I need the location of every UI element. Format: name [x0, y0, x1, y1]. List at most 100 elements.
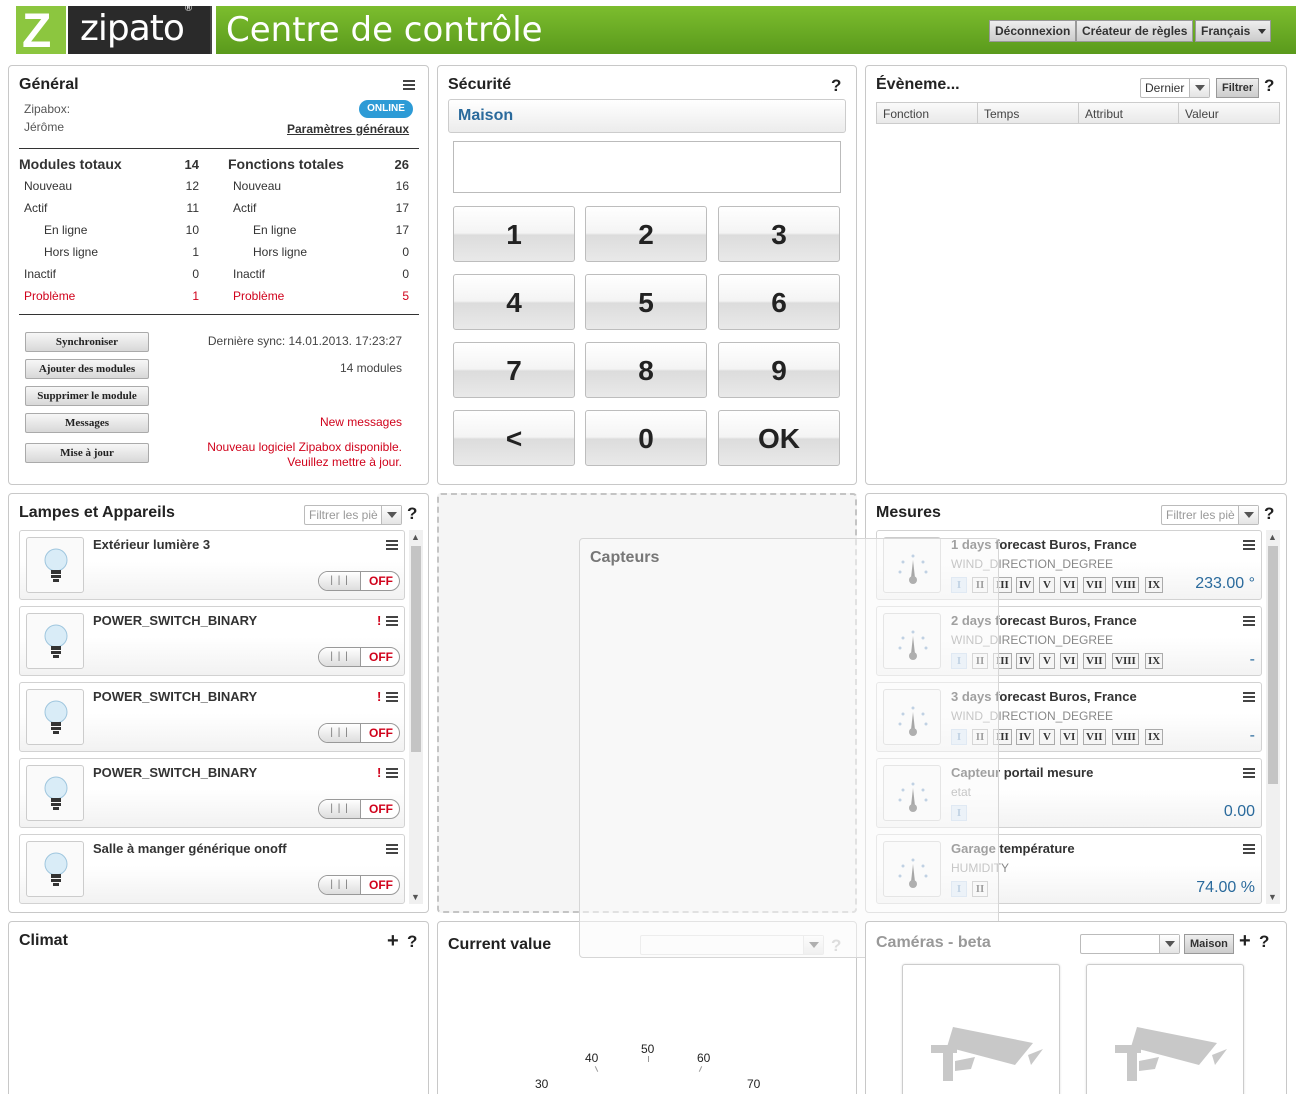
keypad-key[interactable]: 2	[585, 206, 707, 262]
menu-icon[interactable]	[1243, 616, 1255, 626]
power-toggle[interactable]: | | | OFF	[318, 571, 400, 591]
menu-icon[interactable]	[1243, 692, 1255, 702]
day-tab[interactable]: V	[1039, 577, 1055, 593]
keypad-key[interactable]: 9	[718, 342, 840, 398]
filter-button[interactable]: Filtrer	[1216, 78, 1260, 98]
menu-icon[interactable]	[386, 540, 398, 550]
keypad-key[interactable]: 6	[718, 274, 840, 330]
day-tab[interactable]: IX	[1145, 577, 1164, 593]
day-tab[interactable]: VIII	[1112, 653, 1139, 669]
day-tab[interactable]: VI	[1060, 577, 1079, 593]
list-item[interactable]: POWER_SWITCH_BINARY! | | | OFF	[19, 682, 405, 752]
day-tab[interactable]: IV	[1016, 653, 1035, 669]
delete-module-button[interactable]: Supprimer le module	[25, 386, 149, 406]
col-valeur[interactable]: Valeur	[1185, 107, 1219, 121]
climat-panel: Climat + ?	[8, 921, 429, 1094]
scroll-thumb[interactable]	[411, 546, 421, 752]
pin-input[interactable]	[453, 141, 841, 193]
keypad-key[interactable]: 5	[585, 274, 707, 330]
lamp-thumbnail[interactable]	[26, 537, 84, 593]
help-icon[interactable]: ?	[1264, 76, 1274, 96]
col-temps[interactable]: Temps	[984, 107, 1019, 121]
lamp-thumbnail[interactable]	[26, 841, 84, 897]
day-tab[interactable]: VI	[1060, 729, 1079, 745]
logout-button[interactable]: Déconnexion	[989, 20, 1077, 42]
menu-icon[interactable]	[386, 692, 398, 702]
col-attribut[interactable]: Attribut	[1085, 107, 1123, 121]
events-period-select[interactable]: Dernier	[1140, 78, 1210, 98]
day-tab[interactable]: VIII	[1112, 729, 1139, 745]
scroll-down-icon[interactable]: ▼	[1268, 892, 1277, 902]
mesures-scrollbar[interactable]: ▲ ▼	[1266, 530, 1280, 904]
list-item[interactable]: Salle à manger générique onoff | | | OFF	[19, 834, 405, 904]
menu-icon[interactable]	[1243, 844, 1255, 854]
power-toggle[interactable]: | | | OFF	[318, 723, 400, 743]
day-tab[interactable]: V	[1039, 729, 1055, 745]
help-icon[interactable]: ?	[407, 504, 417, 524]
lamp-thumbnail[interactable]	[26, 689, 84, 745]
menu-icon[interactable]	[386, 768, 398, 778]
general-settings-link[interactable]: Paramètres généraux	[287, 122, 409, 136]
help-icon[interactable]: ?	[831, 76, 841, 96]
help-icon[interactable]: ?	[1259, 932, 1269, 952]
keypad-key[interactable]: 3	[718, 206, 840, 262]
power-toggle[interactable]: | | | OFF	[318, 875, 400, 895]
day-tab[interactable]: VII	[1083, 653, 1106, 669]
mesures-filter-select[interactable]: Filtrer les piè	[1161, 505, 1259, 525]
scroll-up-icon[interactable]: ▲	[411, 532, 420, 542]
day-tab[interactable]: V	[1039, 653, 1055, 669]
keypad-key[interactable]: OK	[718, 410, 840, 466]
day-tab[interactable]: VII	[1083, 577, 1106, 593]
power-toggle[interactable]: | | | OFF	[318, 799, 400, 819]
menu-icon[interactable]	[386, 616, 398, 626]
day-tab[interactable]: IX	[1145, 653, 1164, 669]
keypad-key[interactable]: 0	[585, 410, 707, 466]
menu-icon[interactable]	[1243, 768, 1255, 778]
add-icon[interactable]: +	[1239, 930, 1251, 953]
lamps-scrollbar[interactable]: ▲ ▼	[409, 530, 423, 904]
zone-header[interactable]: Maison	[448, 99, 846, 133]
day-tab[interactable]: IX	[1145, 729, 1164, 745]
rule-creator-button[interactable]: Créateur de règles	[1076, 20, 1194, 42]
list-item[interactable]: POWER_SWITCH_BINARY! | | | OFF	[19, 606, 405, 676]
menu-icon[interactable]	[403, 80, 415, 90]
camera-tile[interactable]	[902, 964, 1060, 1094]
menu-icon[interactable]	[386, 844, 398, 854]
sync-button[interactable]: Synchroniser	[25, 332, 149, 352]
keypad-key[interactable]: 7	[453, 342, 575, 398]
new-messages-text[interactable]: New messages	[320, 415, 402, 429]
menu-icon[interactable]	[1243, 540, 1255, 550]
add-modules-button[interactable]: Ajouter des modules	[25, 359, 149, 379]
scroll-down-icon[interactable]: ▼	[411, 892, 420, 902]
scroll-thumb[interactable]	[1268, 546, 1278, 784]
keypad-key[interactable]: <	[453, 410, 575, 466]
day-tab[interactable]: IV	[1016, 577, 1035, 593]
help-icon[interactable]: ?	[407, 932, 417, 952]
keypad-key[interactable]: 1	[453, 206, 575, 262]
messages-button[interactable]: Messages	[25, 413, 149, 433]
cameras-zone-select[interactable]	[1080, 934, 1180, 954]
capteurs-widget[interactable]: Capteurs	[579, 538, 999, 958]
lamps-filter-select[interactable]: Filtrer les piè	[304, 505, 402, 525]
day-tab[interactable]: VI	[1060, 653, 1079, 669]
camera-tile[interactable]	[1086, 964, 1244, 1094]
day-tab[interactable]: IV	[1016, 729, 1035, 745]
col-fonction[interactable]: Fonction	[883, 107, 929, 121]
list-item[interactable]: Extérieur lumière 3 | | | OFF	[19, 530, 405, 600]
keypad-key[interactable]: 4	[453, 274, 575, 330]
language-select[interactable]: Français	[1195, 20, 1272, 42]
add-icon[interactable]: +	[387, 930, 399, 953]
lamp-thumbnail[interactable]	[26, 613, 84, 669]
lamp-thumbnail[interactable]	[26, 765, 84, 821]
scroll-up-icon[interactable]: ▲	[1268, 532, 1277, 542]
col-divider	[977, 103, 978, 123]
day-tab[interactable]: VIII	[1112, 577, 1139, 593]
day-tab[interactable]: VII	[1083, 729, 1106, 745]
help-icon[interactable]: ?	[1264, 504, 1274, 524]
dropdown-arrow-icon	[1189, 79, 1209, 97]
cameras-zone-button[interactable]: Maison	[1184, 934, 1234, 954]
list-item[interactable]: POWER_SWITCH_BINARY! | | | OFF	[19, 758, 405, 828]
power-toggle[interactable]: | | | OFF	[318, 647, 400, 667]
update-button[interactable]: Mise à jour	[25, 443, 149, 463]
keypad-key[interactable]: 8	[585, 342, 707, 398]
